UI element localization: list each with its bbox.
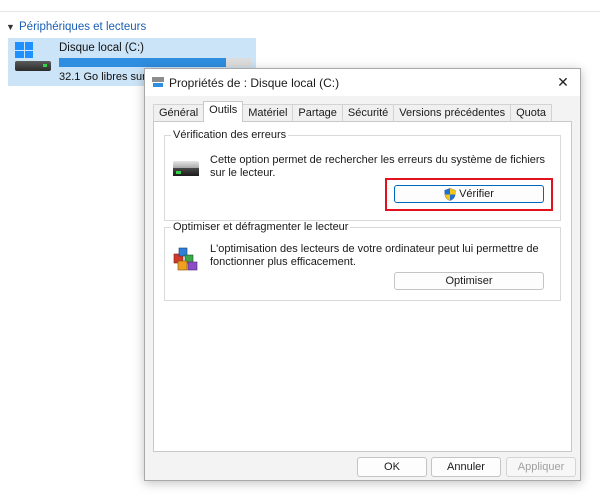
ok-button[interactable]: OK [357,457,427,477]
optimize-group: Optimiser et défragmenter le lecteur L'o… [164,221,561,301]
error-check-description: Cette option permet de rechercher les er… [210,154,546,179]
dialog-titlebar[interactable]: Propriétés de : Disque local (C:) ✕ [145,69,580,96]
error-check-group: Vérification des erreurs Cette option pe… [164,129,561,221]
optimize-title: Optimiser et défragmenter le lecteur [171,221,351,233]
tab-tools[interactable]: Outils [203,101,244,122]
shield-icon [444,187,456,201]
tab-quota[interactable]: Quota [510,104,553,122]
tab-general[interactable]: Général [153,104,205,122]
defrag-icon [173,247,198,271]
properties-dialog: Propriétés de : Disque local (C:) ✕ Géné… [144,68,581,481]
section-header-label: Périphériques et lecteurs [19,21,147,33]
error-check-title: Vérification des erreurs [171,129,289,141]
hard-drive-icon [15,61,51,71]
tab-strip: Général Outils Matériel Partage Sécurité… [153,101,553,122]
section-header-devices[interactable]: ▼ Périphériques et lecteurs [6,21,146,33]
tools-tab-panel: Vérification des erreurs Cette option pe… [153,121,572,452]
drive-usage-fill [59,58,227,67]
apply-button[interactable]: Appliquer [506,457,576,477]
optimize-description: L'optimisation des lecteurs de votre ord… [210,243,539,268]
drive-usage-bar [59,58,251,67]
drive-name: Disque local (C:) [59,42,144,54]
hard-drive-icon [173,161,199,177]
close-button[interactable]: ✕ [552,72,574,92]
verify-button-label: Vérifier [459,188,494,200]
chevron-down-icon[interactable]: ▼ [6,22,15,32]
tab-hardware[interactable]: Matériel [242,104,294,122]
top-divider [0,11,600,12]
tab-previous-versions[interactable]: Versions précédentes [393,104,512,122]
close-icon: ✕ [557,74,569,90]
drive-title-icon [152,77,164,87]
verify-button[interactable]: Vérifier [394,185,544,203]
optimize-button[interactable]: Optimiser [394,272,544,290]
windows-logo-icon [15,42,33,58]
tab-sharing[interactable]: Partage [292,104,343,122]
optimize-button-label: Optimiser [445,275,493,287]
cancel-button[interactable]: Annuler [431,457,501,477]
dialog-title: Propriétés de : Disque local (C:) [169,76,340,90]
drive-free-space: 32.1 Go libres sur 2 [59,71,155,83]
tab-security[interactable]: Sécurité [341,104,395,122]
